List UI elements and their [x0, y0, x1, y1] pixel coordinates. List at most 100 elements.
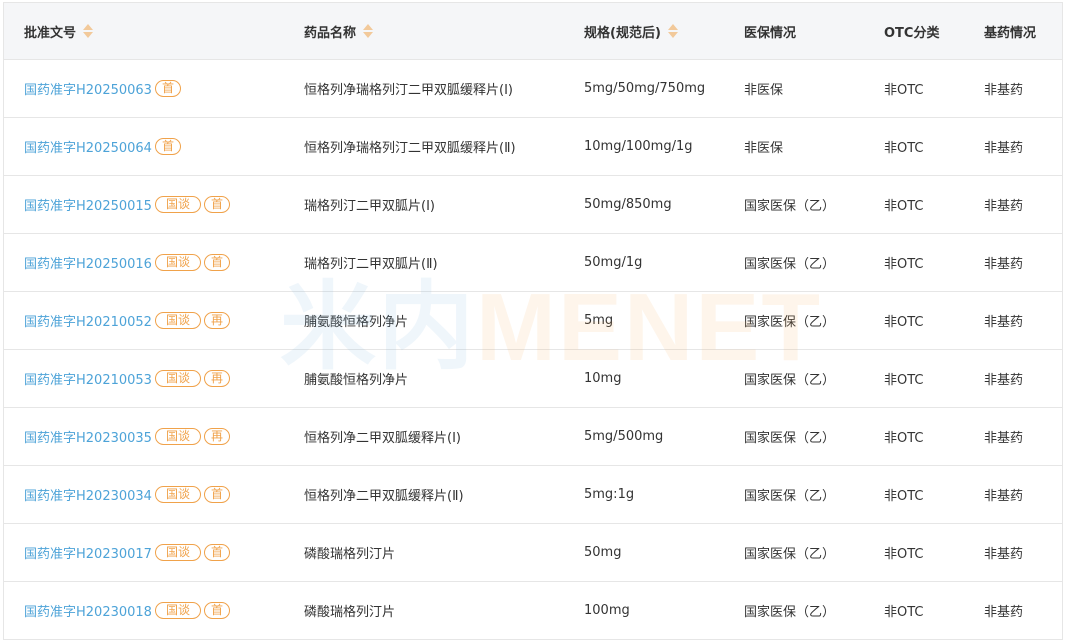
column-header-label: 规格(规范后)	[584, 25, 661, 41]
otc-cell: 非OTC	[884, 489, 924, 504]
insurance-cell: 国家医保（乙）	[744, 315, 836, 330]
essential-drug-cell: 非基药	[984, 141, 1024, 156]
table-row: 国药准字H20230018 国谈首 磷酸瑞格列汀片 100mg 国家医保（乙） 非OTC 非…	[4, 582, 1062, 640]
essential-drug-cell: 非基药	[984, 83, 1024, 98]
status-badge: 首	[203, 602, 230, 619]
approval-number-link[interactable]: 国药准字H20250063	[24, 79, 152, 98]
approval-number-cell: 国药准字H20250016 国谈首	[24, 234, 230, 291]
column-header-otc: OTC分类	[884, 3, 939, 59]
approval-number-link[interactable]: 国药准字H20230034	[24, 485, 152, 504]
approval-number-cell: 国药准字H20230017 国谈首	[24, 524, 230, 581]
essential-drug-cell: 非基药	[984, 315, 1024, 330]
otc-cell: 非OTC	[884, 315, 924, 330]
otc-cell: 非OTC	[884, 373, 924, 388]
approval-number-link[interactable]: 国药准字H20230017	[24, 543, 152, 562]
insurance-cell: 国家医保（乙）	[744, 489, 836, 504]
approval-number-cell: 国药准字H20250064 首	[24, 118, 181, 175]
sort-icon[interactable]	[83, 24, 94, 38]
spec-cell: 50mg	[584, 545, 622, 560]
approval-number-link[interactable]: 国药准字H20230035	[24, 427, 152, 446]
spec-cell: 10mg/100mg/1g	[584, 139, 693, 154]
table-row: 国药准字H20250016 国谈首 瑞格列汀二甲双胍片(Ⅱ) 50mg/1g 国家医保（…	[4, 234, 1062, 292]
insurance-cell: 国家医保（乙）	[744, 605, 836, 620]
column-header-insurance: 医保情况	[744, 3, 796, 59]
table-row: 国药准字H20250015 国谈首 瑞格列汀二甲双胍片(Ⅰ) 50mg/850mg 国家…	[4, 176, 1062, 234]
column-header-approval[interactable]: 批准文号	[24, 3, 94, 59]
status-badge: 首	[203, 544, 230, 561]
spec-cell: 50mg/850mg	[584, 197, 672, 212]
column-header-label: 批准文号	[24, 25, 77, 41]
approval-number-link[interactable]: 国药准字H20210052	[24, 311, 152, 330]
status-badge: 国谈	[154, 486, 201, 503]
table-row: 国药准字H20210052 国谈再 脯氨酸恒格列净片 5mg 国家医保（乙） 非OTC 非基…	[4, 292, 1062, 350]
insurance-cell: 国家医保（乙）	[744, 373, 836, 388]
table-header: 批准文号 药品名称 规格(规范后) 医保情况 OTC分类 基药情况	[4, 3, 1062, 60]
spec-cell: 5mg/500mg	[584, 429, 664, 444]
status-badge: 再	[203, 428, 230, 445]
status-badge: 国谈	[154, 428, 201, 445]
approval-number-cell: 国药准字H20230035 国谈再	[24, 408, 230, 465]
table-row: 国药准字H20250064 首 恒格列净瑞格列汀二甲双胍缓释片(Ⅱ) 10mg/100…	[4, 118, 1062, 176]
drug-name-cell: 恒格列净瑞格列汀二甲双胍缓释片(Ⅱ)	[304, 141, 516, 156]
otc-cell: 非OTC	[884, 547, 924, 562]
drug-name-cell: 磷酸瑞格列汀片	[304, 605, 396, 620]
status-badge: 国谈	[154, 544, 201, 561]
insurance-cell: 国家医保（乙）	[744, 199, 836, 214]
column-header-spec[interactable]: 规格(规范后)	[584, 3, 678, 59]
spec-cell: 50mg/1g	[584, 255, 643, 270]
insurance-cell: 国家医保（乙）	[744, 431, 836, 446]
approval-number-link[interactable]: 国药准字H20250016	[24, 253, 152, 272]
approval-number-cell: 国药准字H20210053 国谈再	[24, 350, 230, 407]
sort-icon[interactable]	[363, 24, 374, 38]
status-badge: 首	[203, 196, 230, 213]
approval-number-link[interactable]: 国药准字H20210053	[24, 369, 152, 388]
column-header-label: 医保情况	[744, 25, 797, 41]
drug-name-cell: 脯氨酸恒格列净片	[304, 373, 409, 388]
drug-name-cell: 恒格列净二甲双胍缓释片(Ⅱ)	[304, 489, 464, 504]
status-badge: 国谈	[154, 196, 201, 213]
table-row: 国药准字H20210053 国谈再 脯氨酸恒格列净片 10mg 国家医保（乙） 非OTC 非…	[4, 350, 1062, 408]
approval-number-link[interactable]: 国药准字H20230018	[24, 601, 152, 620]
otc-cell: 非OTC	[884, 605, 924, 620]
approval-number-cell: 国药准字H20210052 国谈再	[24, 292, 230, 349]
spec-cell: 100mg	[584, 603, 630, 618]
approval-number-cell: 国药准字H20230018 国谈首	[24, 582, 230, 639]
status-badge: 国谈	[154, 254, 201, 271]
otc-cell: 非OTC	[884, 141, 924, 156]
status-badge: 再	[203, 312, 230, 329]
status-badge: 国谈	[154, 312, 201, 329]
approval-number-link[interactable]: 国药准字H20250064	[24, 137, 152, 156]
otc-cell: 非OTC	[884, 83, 924, 98]
column-header-label: 药品名称	[304, 25, 357, 41]
spec-cell: 5mg/50mg/750mg	[584, 81, 706, 96]
table-body: 国药准字H20250063 首恒格列净瑞格列汀二甲双胍缓释片(Ⅰ) 5mg/50mg…	[4, 60, 1062, 640]
drug-name-cell: 瑞格列汀二甲双胍片(Ⅱ)	[304, 257, 438, 272]
status-badge: 首	[154, 80, 181, 97]
table-row: 国药准字H20230035 国谈再 恒格列净二甲双胍缓释片(Ⅰ) 5mg/500mg 国…	[4, 408, 1062, 466]
essential-drug-cell: 非基药	[984, 257, 1024, 272]
insurance-cell: 非医保	[744, 83, 784, 98]
essential-drug-cell: 非基药	[984, 605, 1024, 620]
status-badge: 再	[203, 370, 230, 387]
status-badge: 国谈	[154, 370, 201, 387]
drug-name-cell: 恒格列净瑞格列汀二甲双胍缓释片(Ⅰ)	[304, 83, 513, 98]
essential-drug-cell: 非基药	[984, 373, 1024, 388]
drug-name-cell: 恒格列净二甲双胍缓释片(Ⅰ)	[304, 431, 461, 446]
otc-cell: 非OTC	[884, 431, 924, 446]
approval-number-cell: 国药准字H20230034 国谈首	[24, 466, 230, 523]
insurance-cell: 非医保	[744, 141, 784, 156]
column-header-drug-name[interactable]: 药品名称	[304, 3, 374, 59]
sort-icon[interactable]	[667, 24, 678, 38]
essential-drug-cell: 非基药	[984, 489, 1024, 504]
otc-cell: 非OTC	[884, 199, 924, 214]
essential-drug-cell: 非基药	[984, 199, 1024, 214]
status-badge: 首	[154, 138, 181, 155]
approval-number-link[interactable]: 国药准字H20250015	[24, 195, 152, 214]
status-badge: 国谈	[154, 602, 201, 619]
column-header-label: OTC分类	[884, 25, 940, 41]
table-row: 国药准字H20230017 国谈首 磷酸瑞格列汀片 50mg 国家医保（乙） 非OTC 非基…	[4, 524, 1062, 582]
insurance-cell: 国家医保（乙）	[744, 547, 836, 562]
column-header-label: 基药情况	[984, 25, 1037, 41]
spec-cell: 5mg	[584, 313, 614, 328]
spec-cell: 5mg:1g	[584, 487, 635, 502]
